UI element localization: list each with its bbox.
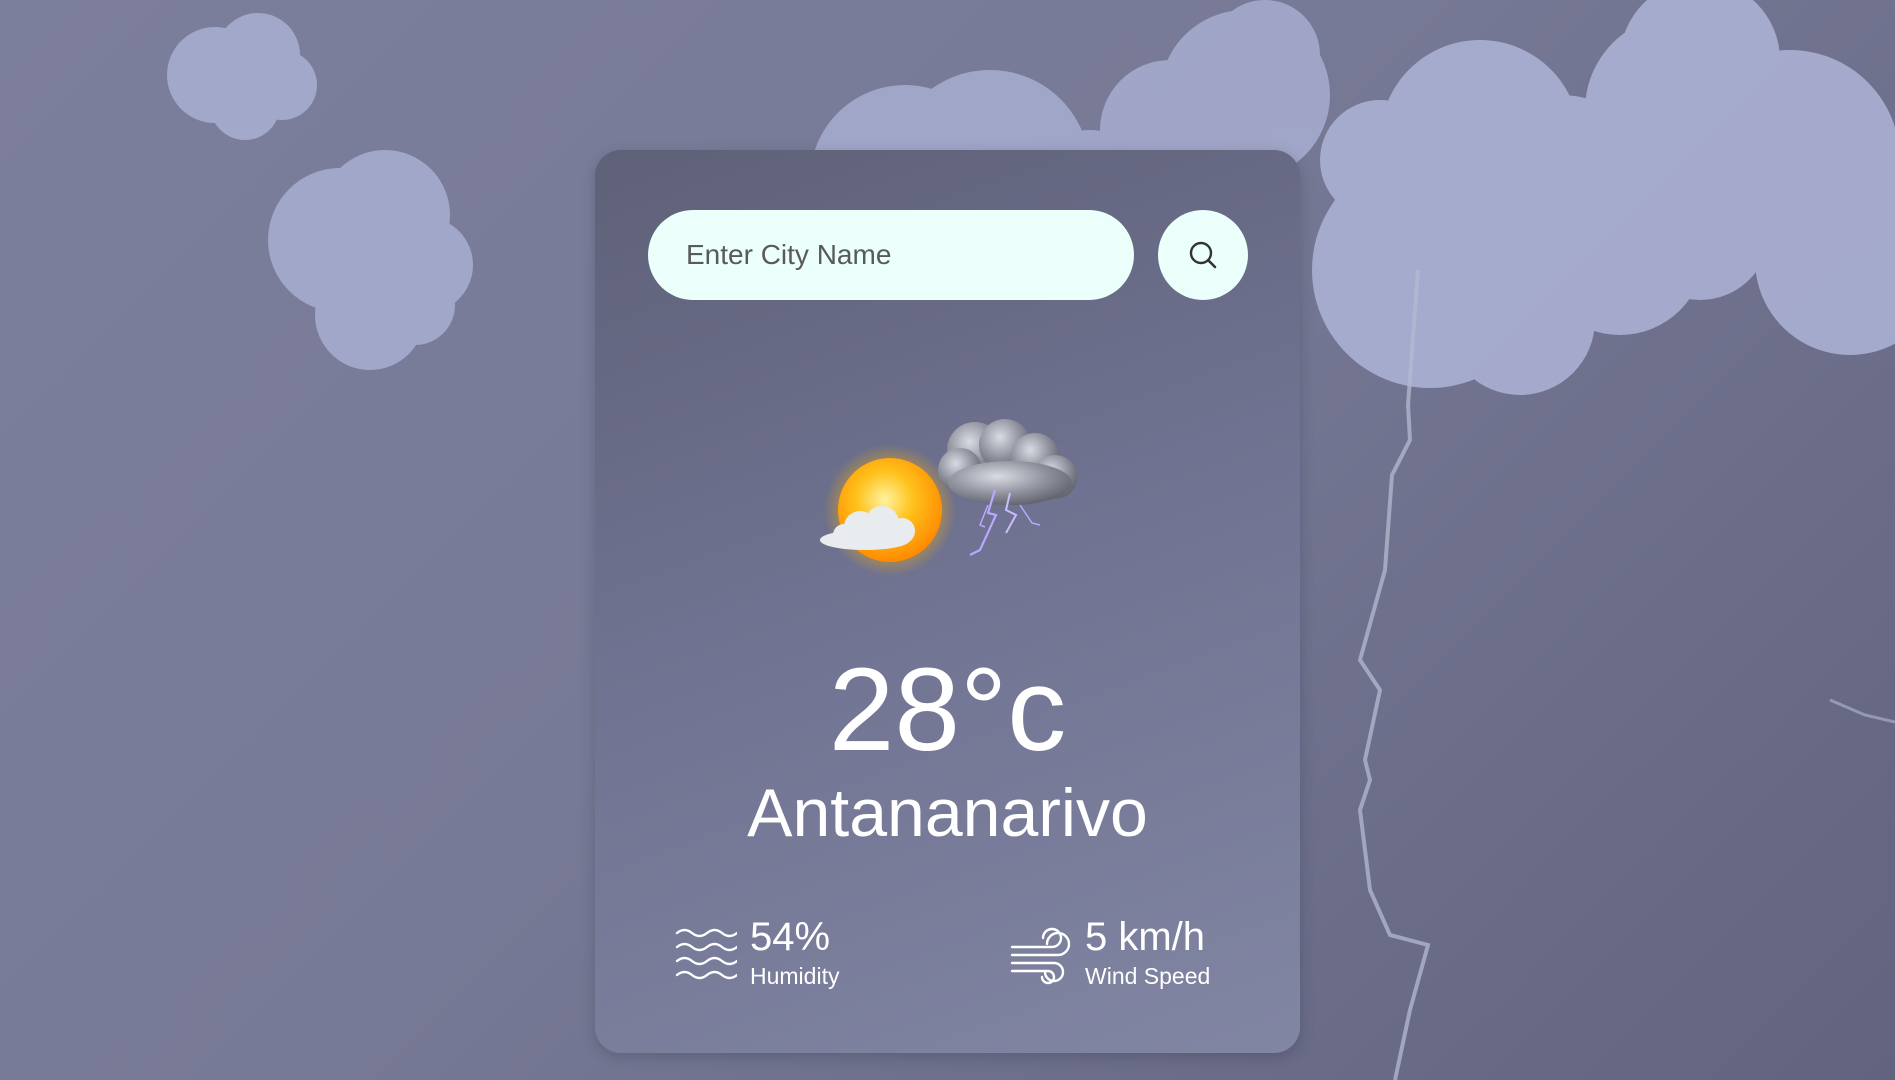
thunderstorm-icon — [820, 419, 1077, 575]
humidity-value: 54% — [750, 915, 831, 959]
weather-card: 28°c Antananarivo 54% Humidity — [595, 150, 1300, 1053]
wind-icon — [1010, 927, 1071, 985]
search-button[interactable] — [1158, 210, 1248, 300]
wind-label: Wind Speed — [1085, 963, 1211, 989]
lightning-bolt — [1357, 269, 1431, 1080]
search-icon — [1189, 241, 1217, 269]
cloud-cluster-mid-left — [268, 150, 473, 370]
lightning-branch — [1829, 698, 1895, 724]
humidity-section: 54% Humidity — [675, 915, 875, 995]
temperature-value: 28°c — [828, 644, 1067, 776]
wind-value: 5 km/h — [1085, 915, 1206, 959]
city-name: Antananarivo — [747, 775, 1148, 851]
search-bar — [648, 210, 1250, 300]
cloud-cluster-left — [167, 13, 317, 140]
humidity-icon — [675, 928, 737, 980]
cloud-cluster-right — [1312, 0, 1895, 395]
humidity-label: Humidity — [750, 963, 840, 989]
weather-details: 54% Humidity 5 km/h Wind Speed — [595, 915, 1300, 995]
city-search-input[interactable] — [648, 210, 1134, 300]
wind-section: 5 km/h Wind Speed — [1010, 915, 1250, 995]
